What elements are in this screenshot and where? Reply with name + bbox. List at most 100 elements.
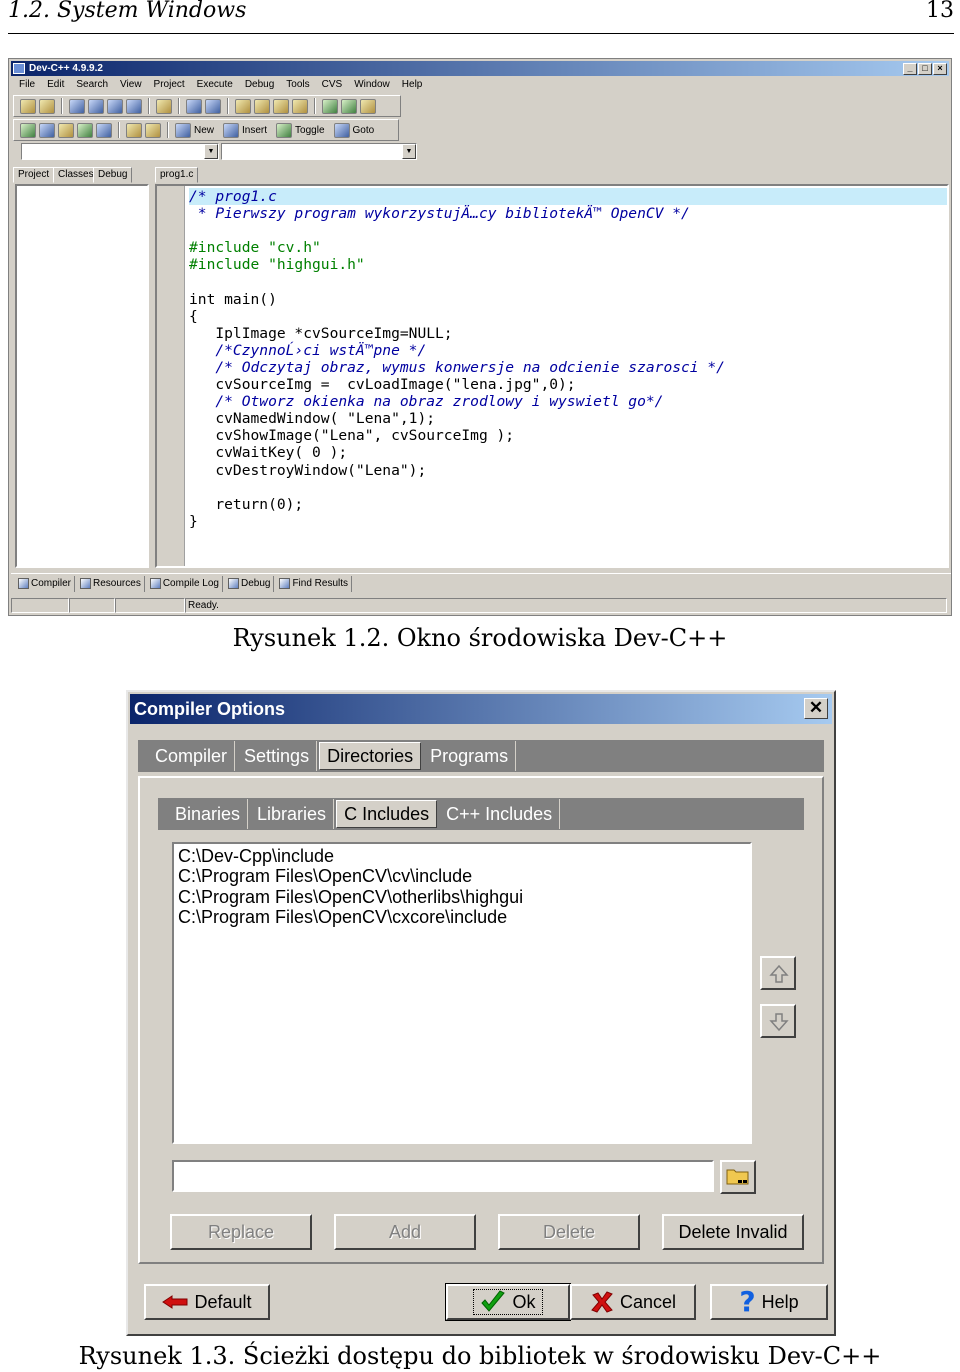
code-line: #include "highgui.h" [189, 256, 365, 274]
help-button[interactable]: ? Help [710, 1284, 828, 1320]
minimize-icon[interactable]: _ [903, 63, 917, 75]
subtab-binaries[interactable]: Binaries [168, 799, 249, 829]
delete-invalid-button[interactable]: Delete Invalid [662, 1214, 804, 1250]
goto-bookmark-icon[interactable] [333, 122, 350, 138]
member-combo[interactable]: ▼ [221, 143, 417, 160]
chevron-down-icon[interactable]: ▼ [402, 144, 416, 159]
cancel-button[interactable]: Cancel [570, 1284, 696, 1320]
tab-settings[interactable]: Settings [237, 741, 318, 771]
close-icon[interactable]: ✕ [804, 698, 828, 719]
tab-editor-file[interactable]: prog1.c [155, 167, 199, 183]
menu-search[interactable]: Search [70, 78, 114, 92]
debug-icon[interactable] [77, 122, 93, 138]
redo-icon[interactable] [205, 98, 221, 114]
cancel-button-label: Cancel [619, 1292, 677, 1312]
replace-icon[interactable] [254, 98, 270, 114]
menu-bar: File Edit Search View Project Execute De… [13, 78, 428, 92]
code-area[interactable]: /* prog1.c * Pierwszy program wykorzystu… [189, 188, 947, 530]
code-editor[interactable]: /* prog1.c * Pierwszy program wykorzystu… [155, 184, 949, 568]
toolbar-toggle-label[interactable]: Toggle [295, 125, 330, 136]
code-line: /* Otworz okienka na obraz zrodlowy i wy… [189, 393, 664, 411]
new-file-icon[interactable] [69, 98, 85, 114]
devcpp-titlebar: Dev-C++ 4.9.9.2 _ □ × [11, 61, 949, 76]
tab-debug[interactable]: Debug [93, 167, 133, 183]
ok-button[interactable]: Ok [445, 1283, 571, 1321]
tab-compile-log[interactable]: Compile Log [147, 575, 223, 592]
list-item[interactable]: C:\Program Files\OpenCV\cv\include [178, 866, 746, 886]
code-line: { [189, 307, 198, 325]
tab-compiler[interactable]: Compiler [15, 575, 76, 592]
clean-icon[interactable] [39, 98, 55, 114]
about-icon[interactable] [145, 122, 161, 138]
undo-icon[interactable] [186, 98, 202, 114]
tab-debug-bottom[interactable]: Debug [225, 575, 275, 592]
code-line: return(0); [189, 495, 304, 513]
directory-list[interactable]: C:\Dev-Cpp\include C:\Program Files\Open… [172, 842, 752, 1144]
help-icon[interactable] [126, 122, 142, 138]
insert-icon[interactable] [223, 122, 240, 138]
subtab-libraries[interactable]: Libraries [250, 799, 335, 829]
code-line: int main() [189, 290, 277, 308]
subtab-cpp-includes[interactable]: C++ Includes [439, 799, 561, 829]
new-icon[interactable] [175, 122, 191, 138]
menu-debug[interactable]: Debug [239, 78, 280, 92]
subtab-c-includes[interactable]: C Includes [336, 800, 438, 828]
list-item[interactable]: C:\Program Files\OpenCV\cxcore\include [178, 907, 746, 927]
main-tabs: Compiler Settings Directories Programs [138, 740, 824, 772]
menu-window[interactable]: Window [348, 78, 396, 92]
menu-tools[interactable]: Tools [280, 78, 315, 92]
browse-folder-button[interactable] [720, 1160, 756, 1194]
tab-directories[interactable]: Directories [319, 742, 422, 770]
forward-icon[interactable] [341, 98, 357, 114]
run-icon[interactable] [39, 122, 55, 138]
tab-find-results[interactable]: Find Results [276, 575, 353, 592]
toolbar-insert-label[interactable]: Insert [242, 125, 273, 136]
list-item[interactable]: C:\Program Files\OpenCV\otherlibs\highgu… [178, 887, 746, 907]
toolbar-new-label[interactable]: New [194, 125, 220, 136]
goto-line-icon[interactable] [292, 98, 308, 114]
open-project-icon[interactable] [20, 98, 36, 114]
menu-project[interactable]: Project [148, 78, 191, 92]
move-up-button[interactable] [760, 956, 796, 990]
tab-classes[interactable]: Classes [53, 167, 99, 183]
move-down-button[interactable] [760, 1004, 796, 1038]
close-file-icon[interactable] [126, 98, 142, 114]
check-icon[interactable] [96, 122, 112, 138]
tab-project[interactable]: Project [13, 167, 55, 183]
save-icon[interactable] [88, 98, 104, 114]
back-icon[interactable] [322, 98, 338, 114]
dialog-title: Compiler Options [134, 699, 286, 719]
menu-help[interactable]: Help [396, 78, 429, 92]
tab-resources[interactable]: Resources [77, 575, 145, 592]
print-icon[interactable] [156, 98, 172, 114]
class-combo[interactable]: ▼ [21, 143, 219, 160]
find-next-icon[interactable] [273, 98, 289, 114]
toggle-bookmark-icon[interactable] [276, 122, 293, 138]
menu-view[interactable]: View [114, 78, 148, 92]
menu-execute[interactable]: Execute [191, 78, 239, 92]
toolbar-goto-label[interactable]: Goto [353, 125, 381, 136]
close-icon[interactable]: × [933, 63, 947, 75]
tab-compiler[interactable]: Compiler [148, 741, 236, 771]
chevron-down-icon[interactable]: ▼ [204, 144, 218, 159]
delete-button[interactable]: Delete [498, 1214, 640, 1250]
directory-path-input[interactable] [172, 1160, 714, 1192]
maximize-icon[interactable]: □ [918, 63, 932, 75]
code-line: /* prog1.c [189, 188, 947, 206]
default-button[interactable]: Default [144, 1284, 270, 1320]
find-icon[interactable] [235, 98, 251, 114]
menu-file[interactable]: File [13, 78, 41, 92]
list-item[interactable]: C:\Dev-Cpp\include [178, 846, 746, 866]
tab-programs[interactable]: Programs [423, 741, 517, 771]
save-all-icon[interactable] [107, 98, 123, 114]
menu-cvs[interactable]: CVS [316, 78, 349, 92]
project-panel[interactable] [15, 184, 149, 568]
compile-icon[interactable] [360, 98, 376, 114]
add-button[interactable]: Add [334, 1214, 476, 1250]
rebuild-icon[interactable] [58, 122, 74, 138]
menu-edit[interactable]: Edit [41, 78, 70, 92]
compile-run-icon[interactable] [20, 122, 36, 138]
replace-button[interactable]: Replace [170, 1214, 312, 1250]
